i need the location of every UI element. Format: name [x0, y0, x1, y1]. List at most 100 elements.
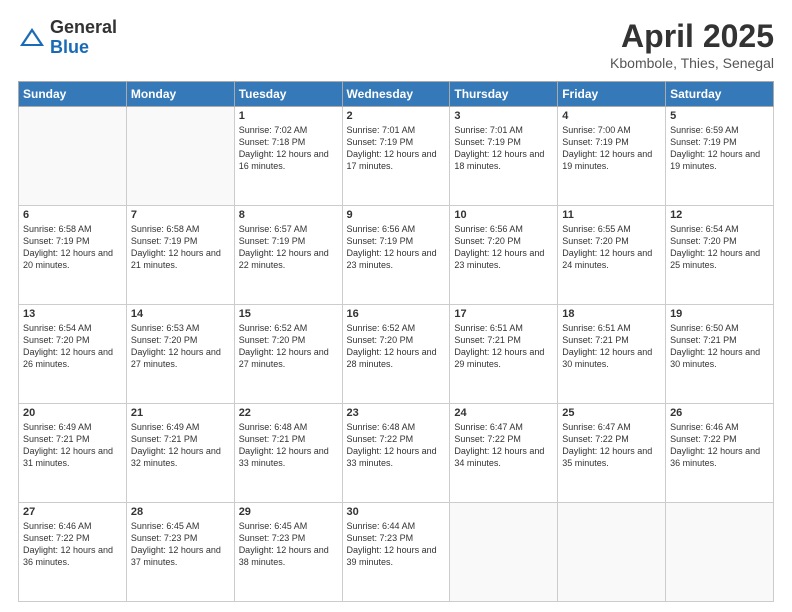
day-info: Sunrise: 6:47 AMSunset: 7:22 PMDaylight:… [454, 421, 553, 470]
day-info: Sunrise: 6:45 AMSunset: 7:23 PMDaylight:… [239, 520, 338, 569]
calendar-cell: 22 Sunrise: 6:48 AMSunset: 7:21 PMDayligh… [234, 404, 342, 503]
day-info: Sunrise: 6:48 AMSunset: 7:21 PMDaylight:… [239, 421, 338, 470]
day-number: 3 [454, 110, 553, 122]
calendar-cell: 17 Sunrise: 6:51 AMSunset: 7:21 PMDayligh… [450, 305, 558, 404]
title-block: April 2025 Kbombole, Thies, Senegal [610, 18, 774, 71]
calendar-cell: 11 Sunrise: 6:55 AMSunset: 7:20 PMDayligh… [558, 206, 666, 305]
weekday-header-row: SundayMondayTuesdayWednesdayThursdayFrid… [19, 82, 774, 107]
calendar-cell: 2Sunrise: 7:01 AMSunset: 7:19 PMDaylight… [342, 107, 450, 206]
day-number: 10 [454, 209, 553, 221]
calendar-cell: 30Sunrise: 6:44 AMSunset: 7:23 PMDayligh… [342, 503, 450, 602]
calendar-cell: 29 Sunrise: 6:45 AMSunset: 7:23 PMDayligh… [234, 503, 342, 602]
day-info: Sunrise: 6:51 AMSunset: 7:21 PMDaylight:… [454, 322, 553, 371]
calendar-week-2: 6 Sunrise: 6:58 AMSunset: 7:19 PMDaylight… [19, 206, 774, 305]
calendar-cell: 3 Sunrise: 7:01 AMSunset: 7:19 PMDaylight… [450, 107, 558, 206]
calendar-cell: 26Sunrise: 6:46 AMSunset: 7:22 PMDayligh… [666, 404, 774, 503]
day-number: 26 [670, 407, 769, 419]
day-info: Sunrise: 6:54 AMSunset: 7:20 PMDaylight:… [670, 223, 769, 272]
calendar-cell: 6Sunrise: 6:58 AMSunset: 7:19 PMDaylight… [19, 206, 127, 305]
logo-blue: Blue [50, 38, 117, 58]
calendar-cell: 20 Sunrise: 6:49 AMSunset: 7:21 PMDayligh… [19, 404, 127, 503]
calendar-cell [666, 503, 774, 602]
calendar-cell: 21Sunrise: 6:49 AMSunset: 7:21 PMDayligh… [126, 404, 234, 503]
calendar-cell: 14 Sunrise: 6:53 AMSunset: 7:20 PMDayligh… [126, 305, 234, 404]
calendar-cell: 19 Sunrise: 6:50 AMSunset: 7:21 PMDayligh… [666, 305, 774, 404]
day-number: 8 [239, 209, 338, 221]
page: General Blue April 2025 Kbombole, Thies,… [0, 0, 792, 612]
calendar-cell: 12Sunrise: 6:54 AMSunset: 7:20 PMDayligh… [666, 206, 774, 305]
day-info: Sunrise: 7:00 AMSunset: 7:19 PMDaylight:… [562, 124, 661, 173]
day-number: 25 [562, 407, 661, 419]
day-info: Sunrise: 6:53 AMSunset: 7:20 PMDaylight:… [131, 322, 230, 371]
calendar-week-1: 1 Sunrise: 7:02 AMSunset: 7:18 PMDaylight… [19, 107, 774, 206]
day-info: Sunrise: 6:56 AMSunset: 7:19 PMDaylight:… [347, 223, 446, 272]
day-number: 4 [562, 110, 661, 122]
day-info: Sunrise: 6:47 AMSunset: 7:22 PMDaylight:… [562, 421, 661, 470]
calendar-week-3: 13 Sunrise: 6:54 AMSunset: 7:20 PMDayligh… [19, 305, 774, 404]
calendar-cell [19, 107, 127, 206]
day-number: 24 [454, 407, 553, 419]
day-info: Sunrise: 6:54 AMSunset: 7:20 PMDaylight:… [23, 322, 122, 371]
day-number: 14 [131, 308, 230, 320]
weekday-header-saturday: Saturday [666, 82, 774, 107]
day-number: 6 [23, 209, 122, 221]
day-number: 9 [347, 209, 446, 221]
day-number: 17 [454, 308, 553, 320]
day-info: Sunrise: 7:01 AMSunset: 7:19 PMDaylight:… [454, 124, 553, 173]
day-info: Sunrise: 6:52 AMSunset: 7:20 PMDaylight:… [239, 322, 338, 371]
day-info: Sunrise: 7:01 AMSunset: 7:19 PMDaylight:… [347, 124, 446, 173]
logo: General Blue [18, 18, 117, 58]
calendar-cell: 24 Sunrise: 6:47 AMSunset: 7:22 PMDayligh… [450, 404, 558, 503]
calendar-cell: 27 Sunrise: 6:46 AMSunset: 7:22 PMDayligh… [19, 503, 127, 602]
weekday-header-sunday: Sunday [19, 82, 127, 107]
day-info: Sunrise: 6:59 AMSunset: 7:19 PMDaylight:… [670, 124, 769, 173]
weekday-header-monday: Monday [126, 82, 234, 107]
day-info: Sunrise: 6:51 AMSunset: 7:21 PMDaylight:… [562, 322, 661, 371]
day-number: 27 [23, 506, 122, 518]
day-number: 23 [347, 407, 446, 419]
logo-general: General [50, 18, 117, 38]
day-number: 20 [23, 407, 122, 419]
calendar-cell: 13 Sunrise: 6:54 AMSunset: 7:20 PMDayligh… [19, 305, 127, 404]
day-number: 28 [131, 506, 230, 518]
day-number: 22 [239, 407, 338, 419]
calendar-table: SundayMondayTuesdayWednesdayThursdayFrid… [18, 81, 774, 602]
logo-icon [18, 24, 46, 52]
calendar-cell: 16Sunrise: 6:52 AMSunset: 7:20 PMDayligh… [342, 305, 450, 404]
calendar-cell: 7 Sunrise: 6:58 AMSunset: 7:19 PMDaylight… [126, 206, 234, 305]
day-info: Sunrise: 6:50 AMSunset: 7:21 PMDaylight:… [670, 322, 769, 371]
calendar-cell: 18 Sunrise: 6:51 AMSunset: 7:21 PMDayligh… [558, 305, 666, 404]
day-info: Sunrise: 6:49 AMSunset: 7:21 PMDaylight:… [131, 421, 230, 470]
weekday-header-friday: Friday [558, 82, 666, 107]
day-number: 16 [347, 308, 446, 320]
day-info: Sunrise: 6:49 AMSunset: 7:21 PMDaylight:… [23, 421, 122, 470]
calendar-cell: 10 Sunrise: 6:56 AMSunset: 7:20 PMDayligh… [450, 206, 558, 305]
weekday-header-thursday: Thursday [450, 82, 558, 107]
calendar-week-4: 20 Sunrise: 6:49 AMSunset: 7:21 PMDayligh… [19, 404, 774, 503]
day-number: 5 [670, 110, 769, 122]
header: General Blue April 2025 Kbombole, Thies,… [18, 18, 774, 71]
day-info: Sunrise: 6:58 AMSunset: 7:19 PMDaylight:… [131, 223, 230, 272]
calendar-cell: 25 Sunrise: 6:47 AMSunset: 7:22 PMDayligh… [558, 404, 666, 503]
day-number: 30 [347, 506, 446, 518]
day-info: Sunrise: 6:57 AMSunset: 7:19 PMDaylight:… [239, 223, 338, 272]
day-number: 29 [239, 506, 338, 518]
day-info: Sunrise: 6:55 AMSunset: 7:20 PMDaylight:… [562, 223, 661, 272]
logo-text: General Blue [50, 18, 117, 58]
month-title: April 2025 [610, 18, 774, 55]
day-number: 19 [670, 308, 769, 320]
day-info: Sunrise: 6:56 AMSunset: 7:20 PMDaylight:… [454, 223, 553, 272]
day-info: Sunrise: 7:02 AMSunset: 7:18 PMDaylight:… [239, 124, 338, 173]
calendar-cell [126, 107, 234, 206]
day-info: Sunrise: 6:45 AMSunset: 7:23 PMDaylight:… [131, 520, 230, 569]
day-number: 11 [562, 209, 661, 221]
calendar-cell: 15Sunrise: 6:52 AMSunset: 7:20 PMDayligh… [234, 305, 342, 404]
day-number: 13 [23, 308, 122, 320]
day-info: Sunrise: 6:48 AMSunset: 7:22 PMDaylight:… [347, 421, 446, 470]
calendar-cell [558, 503, 666, 602]
day-number: 1 [239, 110, 338, 122]
calendar-body: 1 Sunrise: 7:02 AMSunset: 7:18 PMDaylight… [19, 107, 774, 602]
day-info: Sunrise: 6:46 AMSunset: 7:22 PMDaylight:… [23, 520, 122, 569]
day-number: 7 [131, 209, 230, 221]
day-number: 18 [562, 308, 661, 320]
